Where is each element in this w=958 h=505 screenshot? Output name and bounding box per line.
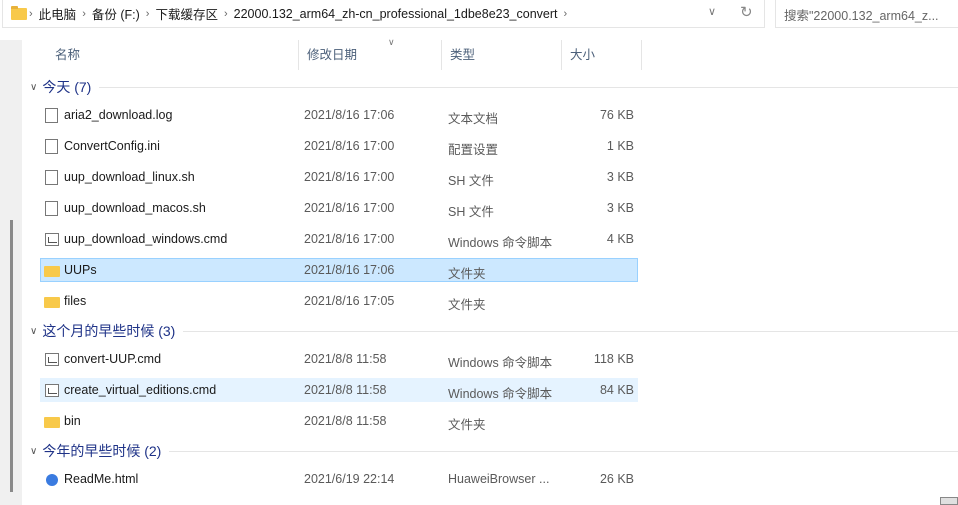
file-type: SH 文件 [448, 174, 494, 188]
file-date: 2021/8/8 11:58 [304, 383, 387, 397]
breadcrumb-current[interactable]: 22000.132_arm64_zh-cn_professional_1dbe8… [234, 7, 558, 21]
file-date: 2021/8/16 17:00 [304, 201, 395, 215]
group-header[interactable]: ∨ 今年的早些时候 (2) [30, 440, 958, 462]
refresh-icon[interactable]: ↻ [740, 3, 753, 21]
column-header: 名称 修改日期 ∨ 类型 大小 [22, 37, 958, 70]
address-bar[interactable]: › 此电脑 › 备份 (F:) › 下载缓存区 › 22000.132_arm6… [2, 0, 765, 28]
file-icon [45, 170, 58, 185]
folder-icon [44, 417, 60, 428]
file-date: 2021/8/8 11:58 [304, 352, 387, 366]
chevron-right-icon[interactable]: › [146, 8, 150, 20]
divider [169, 450, 958, 452]
file-date: 2021/8/16 17:06 [304, 108, 395, 122]
chevron-right-icon[interactable]: › [564, 8, 568, 20]
file-size: 4 KB [606, 232, 634, 246]
file-row[interactable]: aria2_download.log 2021/8/16 17:06 文本文档 76 … [40, 103, 638, 127]
chevron-down-icon[interactable]: ∨ [30, 326, 37, 337]
group-header[interactable]: ∨ 今天 (7) [30, 76, 958, 98]
group-title: 今天 (7) [42, 79, 92, 95]
file-date: 2021/8/16 17:06 [304, 263, 395, 277]
search-input[interactable]: 搜索"22000.132_arm64_z... [775, 0, 958, 28]
file-type: SH 文件 [448, 205, 494, 219]
group-header[interactable]: ∨ 这个月的早些时候 (3) [30, 320, 958, 342]
file-size: 3 KB [606, 201, 634, 215]
cmd-icon [45, 353, 59, 366]
column-size[interactable]: 大小 [562, 40, 642, 70]
cmd-icon [45, 233, 59, 246]
file-type: HuaweiBrowser ... [448, 472, 550, 486]
file-date: 2021/8/16 17:00 [304, 170, 395, 184]
file-type: 文件夹 [448, 267, 486, 281]
resize-corner [940, 497, 958, 505]
file-name: files [64, 294, 87, 308]
browser-html-icon [46, 474, 58, 486]
file-row[interactable]: uup_download_macos.sh 2021/8/16 17:00 SH 文… [40, 196, 638, 220]
chevron-down-icon[interactable]: ∨ [30, 82, 37, 93]
file-name: uup_download_macos.sh [64, 201, 206, 215]
file-date: 2021/8/16 17:00 [304, 139, 395, 153]
text-file-icon [45, 108, 58, 123]
chevron-right-icon[interactable]: › [82, 8, 86, 20]
file-size: 84 KB [599, 383, 634, 397]
file-type: Windows 命令脚本 [448, 356, 553, 370]
file-row[interactable]: ReadMe.html 2021/6/19 22:14 HuaweiBrowser … [40, 467, 638, 491]
chevron-down-icon[interactable]: ∨ [708, 5, 716, 18]
file-row[interactable]: UUPs 2021/8/16 17:06 文件夹 [40, 258, 638, 282]
chevron-right-icon[interactable]: › [224, 8, 228, 20]
breadcrumb-cache[interactable]: 下载缓存区 [155, 4, 218, 23]
file-size: 3 KB [606, 170, 634, 184]
file-type: Windows 命令脚本 [448, 387, 553, 401]
file-date: 2021/8/8 11:58 [304, 414, 387, 428]
file-name: convert-UUP.cmd [64, 352, 162, 366]
cmd-icon [45, 384, 59, 397]
file-date: 2021/6/19 22:14 [304, 472, 395, 486]
group-title: 今年的早些时候 (2) [42, 443, 162, 459]
file-row[interactable]: convert-UUP.cmd 2021/8/8 11:58 Windows 命令脚… [40, 347, 638, 371]
file-name: uup_download_windows.cmd [64, 232, 228, 246]
folder-icon [44, 266, 60, 277]
breadcrumb-this-pc[interactable]: 此电脑 [39, 4, 77, 23]
file-name: UUPs [64, 263, 97, 277]
folder-icon [44, 297, 60, 308]
settings-file-icon [45, 139, 58, 154]
folder-icon [11, 5, 27, 20]
top-bar: › 此电脑 › 备份 (F:) › 下载缓存区 › 22000.132_arm6… [0, 0, 958, 34]
file-row[interactable]: create_virtual_editions.cmd 2021/8/8 11:5… [40, 378, 638, 402]
file-name: create_virtual_editions.cmd [64, 383, 217, 397]
chevron-right-icon[interactable]: › [29, 8, 33, 20]
chevron-down-icon[interactable]: ∨ [30, 446, 37, 457]
file-type: 配置设置 [448, 143, 499, 157]
file-row[interactable]: uup_download_linux.sh 2021/8/16 17:00 SH 文… [40, 165, 638, 189]
file-size: 76 KB [599, 108, 634, 122]
file-name: bin [64, 414, 81, 428]
column-name[interactable]: 名称 [22, 40, 299, 70]
file-type: 文本文档 [448, 112, 499, 126]
file-type: Windows 命令脚本 [448, 236, 553, 250]
file-row[interactable]: bin 2021/8/8 11:58 文件夹 [40, 409, 638, 433]
file-name: ConvertConfig.ini [64, 139, 160, 153]
file-name: ReadMe.html [64, 472, 139, 486]
breadcrumb-drive[interactable]: 备份 (F:) [92, 4, 140, 23]
column-date[interactable]: 修改日期 [299, 40, 442, 70]
file-type: 文件夹 [448, 418, 486, 432]
scrollbar-thumb[interactable] [10, 220, 13, 492]
file-name: aria2_download.log [64, 108, 173, 122]
column-type[interactable]: 类型 [442, 40, 562, 70]
file-type: 文件夹 [448, 298, 486, 312]
file-row[interactable]: files 2021/8/16 17:05 文件夹 [40, 289, 638, 313]
divider [99, 86, 958, 88]
sort-chevron-icon: ∨ [388, 37, 395, 47]
file-size: 26 KB [599, 472, 634, 486]
file-date: 2021/8/16 17:00 [304, 232, 395, 246]
file-row[interactable]: uup_download_windows.cmd 2021/8/16 17:00 W… [40, 227, 638, 251]
file-row[interactable]: ConvertConfig.ini 2021/8/16 17:00 配置设置 1 KB [40, 134, 638, 158]
group-title: 这个月的早些时候 (3) [42, 323, 176, 339]
file-date: 2021/8/16 17:05 [304, 294, 395, 308]
scrollbar[interactable] [0, 40, 22, 505]
file-icon [45, 201, 58, 216]
file-name: uup_download_linux.sh [64, 170, 195, 184]
divider [183, 330, 958, 332]
file-size: 118 KB [593, 352, 634, 366]
file-size: 1 KB [606, 139, 634, 153]
